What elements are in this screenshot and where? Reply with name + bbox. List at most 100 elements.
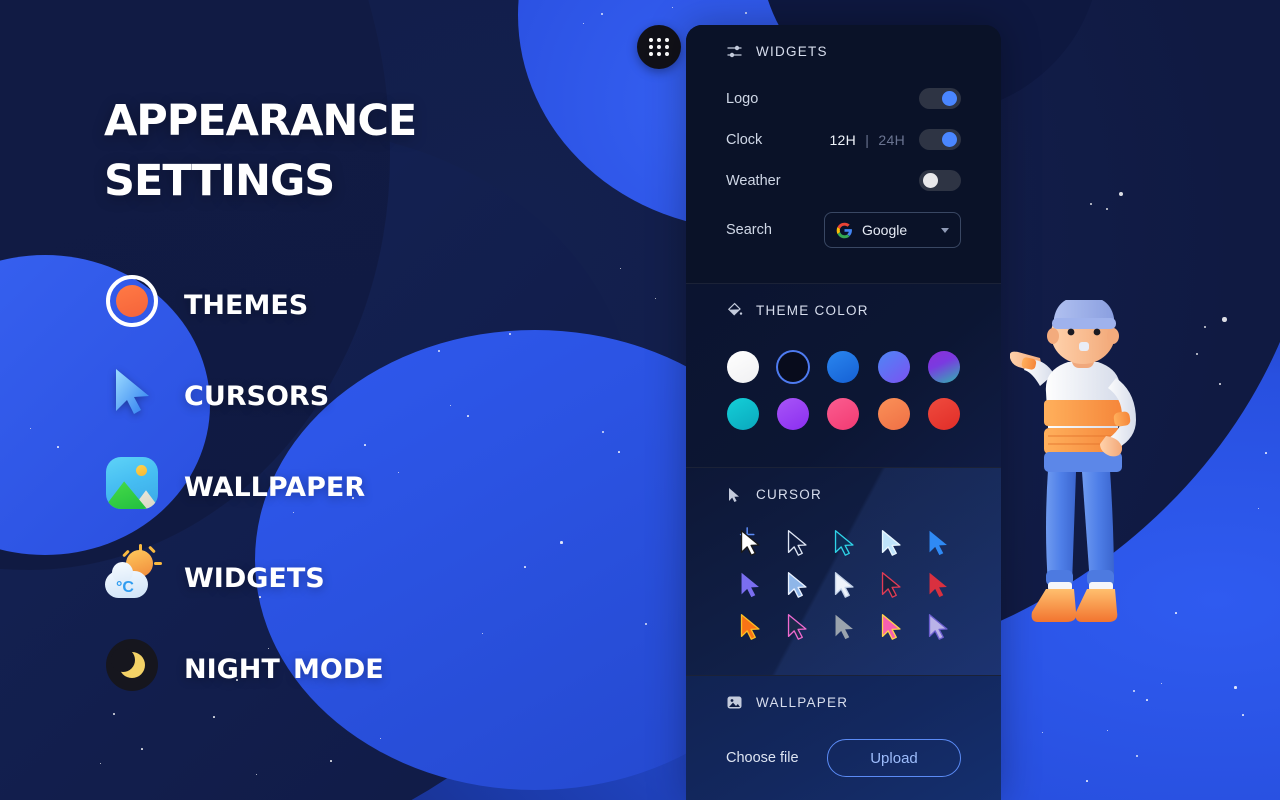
star-dot	[1234, 686, 1237, 689]
star-dot	[1146, 699, 1148, 701]
star-dot	[1265, 452, 1267, 454]
star-dot	[1204, 326, 1206, 328]
theme-swatch-purple[interactable]	[777, 397, 810, 430]
wallpaper-section-title: WALLPAPER	[756, 695, 849, 710]
cursor-option-cursor-grey-stone[interactable]	[820, 605, 867, 647]
search-engine-name: Google	[862, 222, 908, 238]
upload-button[interactable]: Upload	[827, 739, 961, 777]
search-label: Search	[726, 222, 772, 238]
menu-item-label: Cursors	[184, 370, 330, 414]
star-dot	[1219, 383, 1221, 385]
cursor-arrow-icon	[104, 364, 160, 420]
menu-item-label: Night Mode	[184, 643, 384, 687]
theme-swatch-cell	[877, 390, 911, 437]
theme-swatch-white[interactable]	[727, 350, 760, 383]
choose-file-label[interactable]: Choose file	[726, 750, 827, 766]
theme-swatch-cell	[927, 343, 961, 390]
clock-format-24h[interactable]: 24H	[878, 132, 905, 148]
themes-circle-icon	[104, 273, 160, 329]
cursor-option-cursor-hand-pointer[interactable]	[820, 563, 867, 605]
theme-swatch-purple-teal[interactable]	[927, 350, 960, 383]
logo-toggle[interactable]	[919, 88, 961, 109]
cursor-option-cursor-crosshair-white[interactable]	[726, 521, 773, 563]
theme-color-section-title: THEME COLOR	[756, 303, 869, 318]
cursor-option-cursor-red-solid[interactable]	[914, 563, 961, 605]
menu-item-themes[interactable]: Themes	[104, 268, 624, 334]
theme-swatch-cyan[interactable]	[727, 397, 760, 430]
left-content: Appearance Settings Themes Cursors	[0, 0, 690, 800]
theme-swatch-blue[interactable]	[827, 350, 860, 383]
cursor-option-cursor-ice-blue[interactable]	[867, 521, 914, 563]
clock-format-12h[interactable]: 12H	[829, 132, 856, 148]
image-icon	[726, 694, 743, 711]
star-dot	[745, 12, 747, 14]
wallpaper-section: WALLPAPER Choose file Upload	[686, 676, 1001, 800]
clock-toggle[interactable]	[919, 129, 961, 150]
cursor-option-cursor-teal-outline[interactable]	[820, 521, 867, 563]
widgets-section-title: WIDGETS	[756, 44, 828, 59]
cursor-section-title: CURSOR	[756, 487, 823, 502]
menu-item-wallpaper[interactable]: Wallpaper	[104, 450, 624, 516]
menu-item-night-mode[interactable]: Night Mode	[104, 632, 624, 698]
main-menu: Themes Cursors Wallpaper	[104, 268, 624, 723]
google-icon	[836, 222, 853, 239]
cursor-section-header: CURSOR	[726, 468, 961, 507]
theme-color-swatches	[726, 343, 961, 437]
weather-toggle[interactable]	[919, 170, 961, 191]
theme-color-section-header: THEME COLOR	[726, 284, 961, 323]
menu-item-label: Widgets	[184, 552, 325, 596]
cursor-arrow-icon	[726, 486, 743, 503]
widget-row-weather: Weather	[726, 160, 961, 201]
cursor-option-cursor-purple-outline[interactable]	[726, 563, 773, 605]
menu-item-label: Wallpaper	[184, 461, 366, 505]
clock-format-selector[interactable]: 12H | 24H	[829, 132, 905, 148]
theme-swatch-cell	[877, 343, 911, 390]
theme-swatch-red[interactable]	[927, 397, 960, 430]
theme-swatch-cell	[776, 390, 810, 437]
cursor-option-cursor-red-outline[interactable]	[867, 563, 914, 605]
theme-swatch-cell	[726, 343, 760, 390]
wallpaper-section-header: WALLPAPER	[726, 676, 961, 715]
upload-button-label: Upload	[870, 749, 918, 767]
theme-swatch-cell	[826, 343, 860, 390]
widgets-section-header: WIDGETS	[726, 25, 961, 64]
widget-label: Clock	[726, 131, 763, 148]
settings-panel: WIDGETS Logo Clock 12H | 24H Weather Sea…	[686, 25, 1001, 800]
menu-item-cursors[interactable]: Cursors	[104, 359, 624, 425]
cursor-option-cursor-lavender[interactable]	[914, 605, 961, 647]
cursor-option-cursor-outline-thin[interactable]	[773, 521, 820, 563]
cursor-option-cursor-silver-blue[interactable]	[773, 563, 820, 605]
theme-swatch-cell	[726, 390, 760, 437]
page-title-line-2: Settings	[104, 136, 335, 210]
moon-icon	[104, 637, 160, 693]
cursor-option-cursor-glitch[interactable]	[773, 605, 820, 647]
cursor-option-cursor-blue-gradient[interactable]	[914, 521, 961, 563]
cursor-option-cursor-flame[interactable]	[726, 605, 773, 647]
apps-grid-icon[interactable]	[637, 25, 681, 69]
widget-row-clock: Clock 12H | 24H	[726, 119, 961, 160]
cursor-option-cursor-pink-pixel[interactable]	[867, 605, 914, 647]
chevron-down-icon[interactable]	[941, 227, 949, 233]
theme-swatch-pink[interactable]	[827, 397, 860, 430]
widget-label: Logo	[726, 90, 759, 107]
wallpaper-upload-row: Choose file Upload	[726, 739, 961, 777]
theme-color-section: THEME COLOR	[686, 284, 1001, 467]
star-dot	[1106, 208, 1108, 210]
theme-swatch-violet[interactable]	[877, 350, 910, 383]
star-dot	[1086, 780, 1088, 782]
paint-bucket-icon	[726, 302, 743, 319]
page-title-line-1: Appearance	[104, 77, 417, 150]
weather-widget-icon: °C	[104, 544, 162, 602]
clock-format-separator: |	[865, 131, 870, 148]
menu-item-widgets[interactable]: °C Widgets	[104, 541, 624, 607]
search-engine-select[interactable]: Google	[824, 212, 961, 248]
sliders-icon	[726, 43, 743, 60]
theme-swatch-orange[interactable]	[877, 397, 910, 430]
star-dot	[1242, 714, 1244, 716]
character-illustration	[1009, 296, 1195, 650]
widget-label: Weather	[726, 172, 781, 189]
theme-swatch-cell	[826, 390, 860, 437]
widgets-section: WIDGETS Logo Clock 12H | 24H Weather Sea…	[686, 25, 1001, 283]
page-title: Appearance Settings	[104, 77, 624, 210]
theme-swatch-black[interactable]	[778, 351, 809, 382]
